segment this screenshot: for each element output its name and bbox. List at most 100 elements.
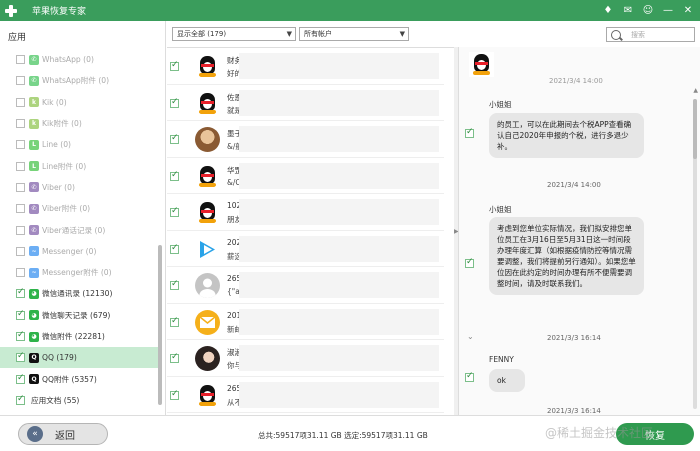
- sidebar-item-checkbox[interactable]: [16, 394, 25, 405]
- search-input[interactable]: 搜索: [606, 27, 695, 42]
- conversation-checkbox[interactable]: [170, 60, 179, 71]
- mail-icon[interactable]: ✉: [620, 2, 636, 18]
- qq-avatar: [195, 54, 220, 79]
- sidebar-item-label: 微信附件 (22281): [42, 332, 105, 341]
- sidebar-item-checkbox[interactable]: [16, 204, 25, 214]
- sidebar-item-checkbox[interactable]: [16, 161, 25, 171]
- message-sender: 小姐姐: [489, 205, 512, 214]
- sidebar-item[interactable]: ~ Messenger附件 (0): [0, 262, 158, 283]
- conversation-row[interactable]: 淑淑你与: [167, 340, 444, 377]
- selection-totals: 总共:59517项31.11 GB 选定:59517项31.11 GB: [258, 431, 428, 440]
- redacted-area: [239, 199, 439, 225]
- conversation-checkbox[interactable]: [170, 97, 179, 108]
- sidebar-item-checkbox[interactable]: [16, 351, 25, 363]
- sidebar-item-checkbox[interactable]: [16, 97, 25, 107]
- collapse-chevron-icon[interactable]: ⌄: [467, 332, 474, 341]
- sidebar-item-checkbox[interactable]: [16, 119, 25, 129]
- sidebar-item[interactable]: ✆ Viber通话记录 (0): [0, 219, 158, 240]
- conversation-row[interactable]: 1027朋友: [167, 194, 444, 231]
- sidebar-item[interactable]: L Line (0): [0, 134, 158, 155]
- video-avatar: [195, 236, 220, 262]
- chat-scrollbar-thumb[interactable]: [693, 99, 697, 159]
- sidebar-item-checkbox[interactable]: [16, 246, 25, 256]
- conversation-row[interactable]: 华罡&/OK: [167, 158, 444, 194]
- sidebar-item-checkbox[interactable]: [16, 140, 25, 150]
- sidebar-item-label: Kik (0): [42, 97, 67, 107]
- conversation-row[interactable]: 财务好的: [167, 48, 444, 85]
- sidebar-item[interactable]: QQQ (179): [0, 347, 158, 369]
- sidebar-item[interactable]: ✆ WhatsApp附件 (0): [0, 70, 158, 91]
- sidebar-item[interactable]: ✆ Viber (0): [0, 177, 158, 198]
- message-timestamp: 2021/3/4 14:00: [547, 181, 601, 189]
- sidebar-item[interactable]: ◕微信附件 (22281): [0, 326, 158, 347]
- sidebar-item-checkbox[interactable]: [16, 225, 25, 235]
- sidebar-item-checkbox[interactable]: [16, 182, 25, 192]
- sidebar-item-label: 微信聊天记录 (679): [42, 310, 111, 320]
- sidebar-item-checkbox[interactable]: [16, 76, 25, 86]
- close-icon[interactable]: ✕: [680, 2, 696, 18]
- conversation-row[interactable]: 墨子&/般: [167, 121, 444, 158]
- conversation-list: 财务好的佐恩就是墨子&/般华罡&/OK1027朋友2029薪选2658{"app…: [167, 47, 454, 415]
- sidebar-item-checkbox[interactable]: [16, 373, 25, 384]
- sidebar-item-label: WhatsApp (0): [42, 55, 94, 65]
- sidebar-item[interactable]: ◕微信通讯录 (12130): [0, 283, 158, 304]
- sidebar-item[interactable]: L Line附件 (0): [0, 155, 158, 176]
- sidebar-item[interactable]: ✆ Viber附件 (0): [0, 198, 158, 219]
- conversation-checkbox[interactable]: [170, 133, 179, 144]
- line-icon: L: [29, 161, 39, 172]
- sidebar-item-label: 微信通讯录 (12130): [42, 289, 113, 299]
- message-timestamp: 2021/3/3 16:14: [547, 334, 601, 342]
- sidebar-item[interactable]: 应用文档 (55): [0, 390, 158, 411]
- message-checkbox[interactable]: [465, 371, 474, 382]
- sidebar-list: ✆ WhatsApp (0) ✆ WhatsApp附件 (0) k Kik (0) k Kik…: [0, 49, 158, 411]
- conversation-checkbox[interactable]: [170, 316, 179, 327]
- message-checkbox[interactable]: [465, 127, 474, 138]
- sidebar-item-checkbox[interactable]: [16, 309, 25, 320]
- sidebar-scrollbar[interactable]: [158, 245, 162, 405]
- line-icon: L: [29, 139, 39, 150]
- message-bubble: 考虑到您单位实际情况，我们拟安排您单位员工在3月16日至5月31日这一时间段办理…: [489, 217, 644, 295]
- sidebar: 应用 ✆ WhatsApp (0) ✆ WhatsApp附件 (0) k Kik (0) k…: [0, 21, 166, 415]
- sidebar-item-label: WhatsApp附件 (0): [42, 76, 110, 86]
- conversation-row[interactable]: 2029薪选: [167, 231, 444, 267]
- double-chevron-left-icon: «: [27, 426, 43, 442]
- minimize-icon[interactable]: —: [660, 2, 676, 18]
- sidebar-item-label: Kik附件 (0): [42, 119, 82, 129]
- account-filter-select[interactable]: 所有帐户 ▼: [299, 27, 409, 41]
- message-sender: 小姐姐: [489, 100, 512, 109]
- filter-bar: 显示全部 (179) ▼ 所有帐户 ▼ 搜索: [167, 21, 700, 47]
- scroll-up-icon[interactable]: ▲: [693, 87, 698, 94]
- sidebar-item-label: Messenger附件 (0): [42, 268, 112, 278]
- sidebar-item[interactable]: ✆ WhatsApp (0): [0, 49, 158, 70]
- sidebar-item-checkbox[interactable]: [16, 55, 25, 65]
- sidebar-item-checkbox[interactable]: [16, 268, 25, 278]
- conversation-row[interactable]: 佐恩就是: [167, 85, 444, 121]
- conversation-row[interactable]: 2658{"app: [167, 267, 444, 304]
- sidebar-item[interactable]: k Kik附件 (0): [0, 113, 158, 134]
- sidebar-item[interactable]: ~ Messenger (0): [0, 241, 158, 262]
- wechat-icon: ◕: [29, 310, 39, 321]
- search-icon: [611, 29, 621, 40]
- back-button[interactable]: « 返回: [18, 423, 108, 445]
- conversation-checkbox[interactable]: [170, 279, 179, 290]
- viber-icon: ✆: [29, 225, 39, 236]
- conversation-row[interactable]: 2010新邮: [167, 304, 444, 340]
- photo-avatar: [195, 127, 220, 152]
- conversation-checkbox[interactable]: [170, 206, 179, 217]
- sidebar-item[interactable]: QQQ附件 (5357): [0, 368, 158, 389]
- conversation-checkbox[interactable]: [170, 389, 179, 400]
- sidebar-item-checkbox[interactable]: [16, 287, 25, 299]
- diamond-icon[interactable]: ♦: [600, 2, 616, 18]
- message-checkbox[interactable]: [465, 257, 474, 268]
- sidebar-item-checkbox[interactable]: [16, 330, 25, 341]
- chat-icon[interactable]: ☺: [640, 2, 656, 18]
- watermark: @稀土掘金技术社区: [545, 426, 654, 440]
- conversation-row[interactable]: 2659从不: [167, 377, 444, 413]
- show-filter-select[interactable]: 显示全部 (179) ▼: [172, 27, 296, 41]
- sidebar-item[interactable]: k Kik (0): [0, 92, 158, 113]
- redacted-area: [239, 162, 439, 189]
- conversation-checkbox[interactable]: [170, 352, 179, 363]
- sidebar-item[interactable]: ◕微信聊天记录 (679): [0, 305, 158, 326]
- conversation-checkbox[interactable]: [170, 170, 179, 181]
- conversation-checkbox[interactable]: [170, 243, 179, 254]
